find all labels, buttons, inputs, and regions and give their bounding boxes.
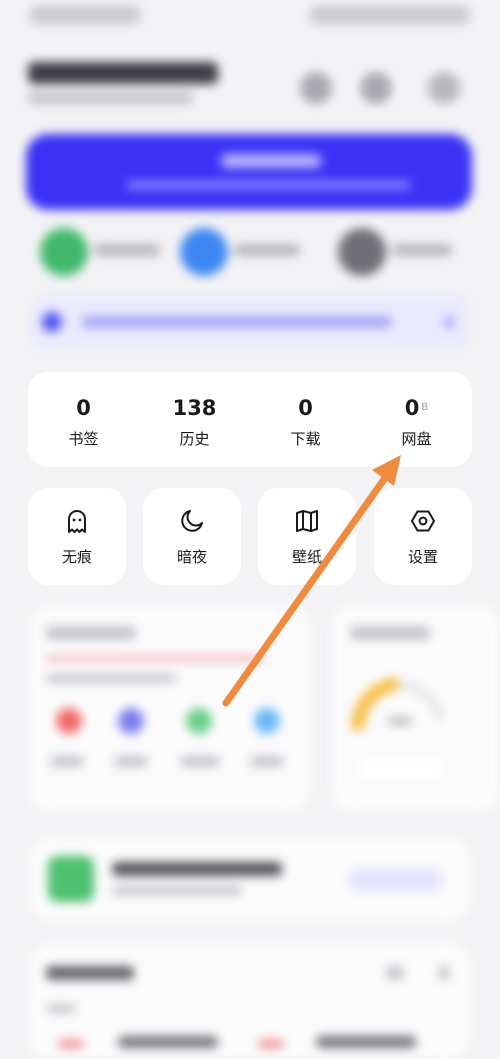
stat-bookmarks[interactable]: 0 书签: [28, 372, 139, 467]
status-bar: [0, 0, 500, 36]
primary-action-title: [221, 154, 321, 168]
promo-banner-text: [82, 316, 392, 328]
status-bar-right: [310, 6, 470, 24]
app-icon-red[interactable]: [56, 708, 82, 734]
ghost-icon: [68, 510, 86, 533]
widget-promo[interactable]: [30, 838, 470, 920]
shortcut-blue-icon[interactable]: [180, 228, 228, 276]
promo-banner-icon: [42, 312, 62, 332]
account-name[interactable]: [28, 62, 218, 84]
tile-label: 暗夜: [176, 548, 207, 566]
shortcut-green-icon[interactable]: [40, 228, 88, 276]
gauge-icon: [350, 677, 445, 731]
stat-label: 历史: [179, 430, 210, 448]
shortcut-gray-icon[interactable]: [338, 228, 386, 276]
app-icon-purple[interactable]: [118, 708, 144, 734]
folder-icon: [48, 856, 94, 902]
stat-unit: B: [421, 402, 429, 413]
stat-value: 0B: [404, 396, 429, 420]
file-icon: [58, 1040, 84, 1048]
promo-title: [112, 862, 282, 876]
hexagon-settings-icon: [411, 510, 435, 532]
widget-title: [350, 626, 430, 640]
app-label: [50, 756, 84, 767]
storage-button[interactable]: [354, 754, 448, 784]
file-icon: [258, 1040, 284, 1048]
widget-subtitle: [46, 674, 176, 683]
chevron-right-icon[interactable]: [438, 966, 450, 980]
tile-settings[interactable]: 设置: [374, 488, 472, 585]
tile-label: 无痕: [61, 548, 92, 566]
stat-cloud-drive[interactable]: 0B 网盘: [361, 372, 472, 467]
shortcut-gray-label: [392, 244, 452, 256]
shortcut-blue-label: [234, 244, 300, 256]
header-icon-3[interactable]: [428, 72, 460, 104]
book-icon: [296, 510, 318, 532]
header-icon-1[interactable]: [300, 72, 332, 104]
chevron-right-icon: [444, 316, 454, 328]
primary-action-subtitle: [126, 180, 411, 190]
shortcut-green-label: [94, 244, 160, 256]
widget-title: [46, 626, 136, 640]
promo-action-button[interactable]: [348, 868, 442, 892]
moon-icon: [181, 510, 203, 532]
tile-wallpaper[interactable]: 壁纸: [258, 488, 356, 585]
app-label: [114, 756, 148, 767]
widget-storage[interactable]: [332, 606, 500, 811]
file-name: [316, 1036, 416, 1048]
stat-value: 0: [76, 396, 91, 420]
tile-label: 壁纸: [291, 548, 322, 566]
app-label: [250, 756, 284, 767]
stat-history[interactable]: 138 历史: [139, 372, 250, 467]
file-name: [118, 1036, 218, 1048]
progress-bar: [46, 656, 266, 661]
stat-downloads[interactable]: 0 下载: [250, 372, 361, 467]
app-label: [180, 756, 220, 767]
widget-title: [46, 966, 134, 980]
promo-banner[interactable]: [30, 294, 470, 350]
status-bar-left: [30, 6, 140, 24]
tile-dark-mode[interactable]: 暗夜: [143, 488, 241, 585]
stats-card: 0 书签 138 历史 0 下载 0B 网盘: [28, 372, 472, 467]
widget-recent-files[interactable]: [30, 944, 470, 1059]
stat-label: 书签: [68, 430, 99, 448]
account-subtitle: [28, 92, 193, 104]
primary-action-button[interactable]: [26, 134, 472, 210]
filter-icon[interactable]: [386, 966, 404, 980]
promo-subtitle: [112, 886, 242, 895]
stat-label: 下载: [290, 430, 321, 448]
header-icon-2[interactable]: [360, 72, 392, 104]
stat-label: 网盘: [401, 430, 432, 448]
app-icon-green[interactable]: [186, 708, 212, 734]
widget-frequent[interactable]: [30, 606, 310, 811]
tile-incognito[interactable]: 无痕: [28, 488, 126, 585]
stat-value: 138: [172, 396, 217, 420]
section-label: [46, 1004, 76, 1013]
app-icon-lightblue[interactable]: [254, 708, 280, 734]
stat-value: 0: [298, 396, 313, 420]
tile-label: 设置: [407, 548, 438, 566]
